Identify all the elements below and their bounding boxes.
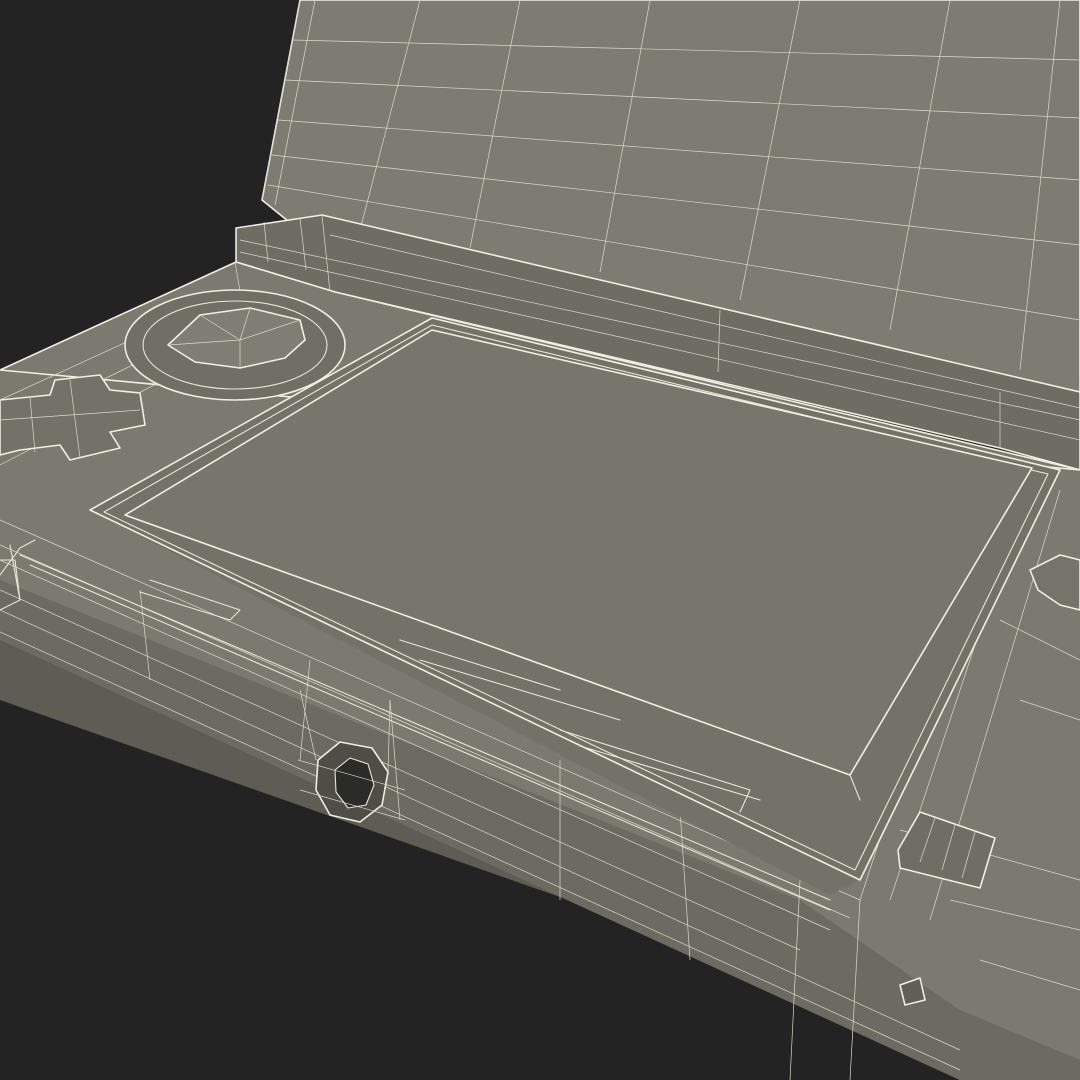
circle-pad[interactable] bbox=[124, 289, 346, 401]
wireframe-model bbox=[0, 0, 1080, 1080]
render-canvas bbox=[0, 0, 1080, 1080]
